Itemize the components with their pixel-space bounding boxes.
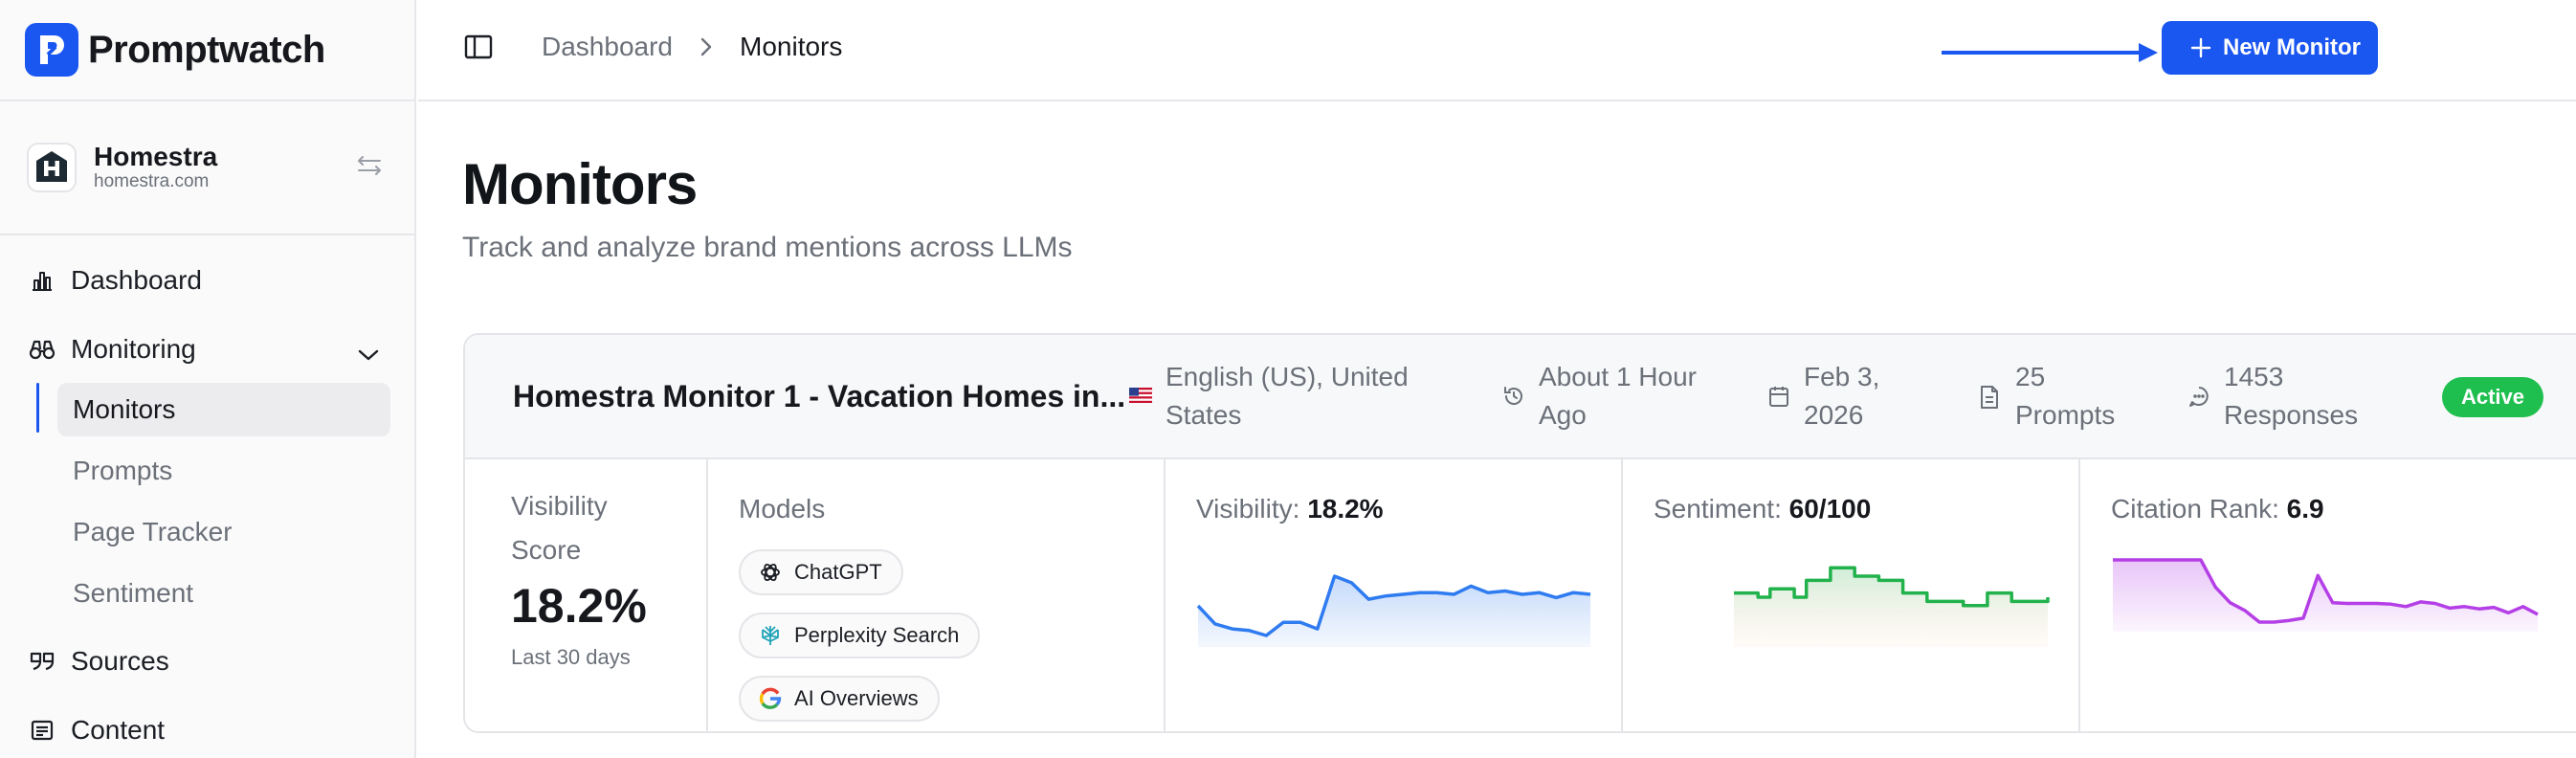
sidebar-item-label: Content <box>71 715 166 745</box>
sidebar-item-sources[interactable]: Sources <box>0 632 414 691</box>
sidebar: Promptwatch Homestra homestra.com Dashbo… <box>0 0 416 758</box>
breadcrumb-dashboard[interactable]: Dashboard <box>542 32 673 62</box>
google-icon <box>758 686 783 711</box>
page-title: Monitors <box>462 152 698 216</box>
monitor-updated: About 1 Hour Ago <box>1539 362 1697 430</box>
citation-rank-chart-cell[interactable]: Citation Rank: 6.9 <box>2080 459 2576 731</box>
arrow-right-icon <box>1942 36 2160 74</box>
monitor-title[interactable]: Homestra Monitor 1 - Vacation Homes in..… <box>513 379 1125 414</box>
bar-chart-icon <box>29 267 56 294</box>
new-monitor-button[interactable]: New Monitor <box>2162 21 2378 75</box>
history-icon <box>1502 385 1525 412</box>
sidebar-toggle-icon[interactable] <box>464 34 493 64</box>
chevron-right-icon <box>700 36 713 62</box>
sentiment-sparkline <box>1734 566 2050 647</box>
visibility-chart-cell[interactable]: Visibility: 18.2% <box>1166 459 1623 731</box>
visibility-sparkline <box>1196 574 1591 647</box>
monitor-responses: 1453 Responses <box>2224 362 2359 430</box>
visibility-score-value: 18.2% <box>511 579 647 633</box>
brand-name: Promptwatch <box>88 28 325 71</box>
new-monitor-label: New Monitor <box>2223 34 2361 60</box>
models-label: Models <box>739 494 826 524</box>
sidebar-item-sentiment[interactable]: Sentiment <box>36 563 414 624</box>
sparkline-area <box>1198 576 1590 647</box>
monitoring-subnav: Monitors Prompts Page Tracker Sentiment <box>36 379 414 624</box>
sidebar-item-monitors[interactable]: Monitors <box>36 379 414 440</box>
visibility-score-cell: Visibility Score 18.2% Last 30 days <box>465 459 708 731</box>
account-domain: homestra.com <box>94 171 210 191</box>
sparkline-area <box>2113 560 2538 632</box>
sidebar-item-label: Monitoring <box>71 334 196 364</box>
sidebar-nav: Dashboard Monitoring Monitors Prompts Pa… <box>0 251 414 758</box>
status-badge: Active <box>2442 377 2543 417</box>
model-chip-perplexity[interactable]: Perplexity Search <box>739 613 981 658</box>
brand[interactable]: Promptwatch <box>0 0 414 101</box>
binoculars-icon <box>29 336 56 363</box>
us-flag-icon <box>1129 388 1152 408</box>
chevron-down-icon[interactable] <box>357 339 380 369</box>
homestra-logo-icon <box>27 143 77 192</box>
plus-icon <box>2190 37 2211 58</box>
account-switcher[interactable]: Homestra homestra.com <box>0 101 414 235</box>
chat-bubble-icon <box>2187 385 2210 412</box>
chatgpt-icon <box>758 560 783 585</box>
sidebar-item-monitoring[interactable]: Monitoring <box>0 320 414 379</box>
sidebar-item-label: Sources <box>71 646 169 676</box>
quote-icon <box>29 648 56 675</box>
swap-arrows-icon[interactable] <box>357 155 382 181</box>
sidebar-item-prompts[interactable]: Prompts <box>36 440 414 502</box>
monitor-card[interactable]: Homestra Monitor 1 - Vacation Homes in..… <box>463 333 2576 733</box>
models-cell: Models ChatGPT Perplexity Search AI Over… <box>708 459 1166 731</box>
sidebar-item-content[interactable]: Content <box>0 701 414 758</box>
header: Dashboard Monitors New Monitor <box>418 0 2576 101</box>
monitor-card-header: Homestra Monitor 1 - Vacation Homes in..… <box>465 335 2576 459</box>
monitor-locale: English (US), United States <box>1166 362 1409 430</box>
sidebar-item-label: Dashboard <box>71 265 202 295</box>
sidebar-item-page-tracker[interactable]: Page Tracker <box>36 502 414 563</box>
visibility-score-label: Visibility Score <box>511 491 608 565</box>
sentiment-chart-cell[interactable]: Sentiment: 60/100 <box>1623 459 2080 731</box>
model-chip-chatgpt[interactable]: ChatGPT <box>739 549 903 595</box>
visibility-score-period: Last 30 days <box>511 645 631 669</box>
citation-rank-sparkline <box>2113 558 2539 632</box>
monitor-date: Feb 3, 2026 <box>1804 362 1880 430</box>
perplexity-icon <box>758 623 783 648</box>
content-icon <box>29 717 56 744</box>
document-icon <box>1979 385 2000 414</box>
breadcrumb-monitors: Monitors <box>740 32 843 61</box>
promptwatch-logo-icon <box>25 23 78 77</box>
page-subtitle: Track and analyze brand mentions across … <box>462 232 1073 263</box>
monitor-prompts: 25 Prompts <box>2015 362 2116 430</box>
calendar-icon <box>1768 385 1789 412</box>
model-chip-ai-overviews[interactable]: AI Overviews <box>739 676 940 722</box>
sidebar-item-dashboard[interactable]: Dashboard <box>0 251 414 310</box>
account-name: Homestra <box>94 142 218 171</box>
